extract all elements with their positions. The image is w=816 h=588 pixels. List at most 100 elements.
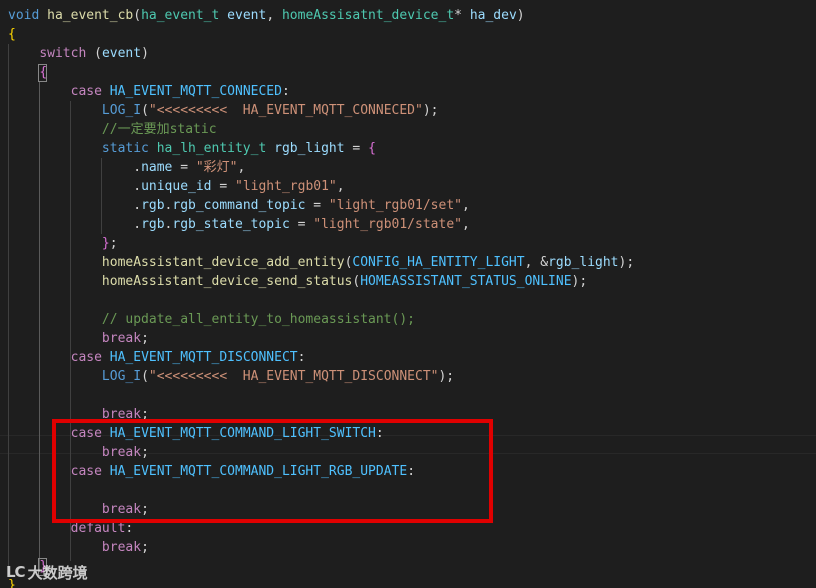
code-token: = <box>172 160 196 175</box>
code-token: ; <box>141 331 149 346</box>
code-token: ( <box>133 8 142 23</box>
code-token: rgb_light <box>548 255 619 270</box>
code-token: default <box>70 521 126 536</box>
watermark: LC 大数跨境 <box>6 560 88 584</box>
code-line[interactable]: LOG_I("<<<<<<<<< HA_EVENT_MQTT_CONNECED"… <box>8 101 439 120</box>
code-token: ; <box>141 540 149 555</box>
code-token: = <box>289 217 314 232</box>
code-token: // update_all_entity_to_homeassistant(); <box>101 312 415 327</box>
code-token: HA_EVENT_MQTT_CONNECED <box>109 84 282 99</box>
code-token: , <box>461 217 470 232</box>
code-token: event <box>227 8 267 23</box>
code-token: rgb_command_topic <box>172 198 306 213</box>
code-token: unique_id <box>141 179 212 194</box>
code-token: ; <box>109 236 118 251</box>
code-token: . <box>8 198 142 213</box>
code-line[interactable]: case HA_EVENT_MQTT_CONNECED: <box>8 82 290 101</box>
code-token: case <box>70 350 102 365</box>
code-line[interactable]: .rgb.rgb_command_topic = "light_rgb01/se… <box>8 196 470 215</box>
code-line[interactable]: //一定要加static <box>8 120 217 139</box>
code-line[interactable]: .unique_id = "light_rgb01", <box>8 177 344 196</box>
code-token: ha_dev <box>469 8 517 23</box>
code-token: rgb_state_topic <box>172 217 290 232</box>
code-token: ); <box>422 103 439 118</box>
code-token: "<<<<<<<<< HA_EVENT_MQTT_CONNECED" <box>148 103 423 118</box>
code-token: . <box>8 217 142 232</box>
code-token: ha_event_t <box>141 8 220 23</box>
code-line[interactable]: break; <box>8 329 149 348</box>
code-token: ha_event_cb <box>47 8 134 23</box>
code-token: break <box>101 331 142 346</box>
code-token: homeAssisatnt_device_t <box>281 8 455 23</box>
code-token: = <box>305 198 329 213</box>
code-line[interactable]: homeAssistant_device_send_status(HOMEASS… <box>8 272 587 291</box>
code-token: event <box>101 46 142 61</box>
code-token: break <box>101 540 142 555</box>
code-token: { <box>368 141 376 156</box>
code-line[interactable]: { <box>8 63 47 82</box>
code-token: HOMEASSISTANT_STATUS_ONLINE <box>360 274 572 289</box>
code-token: . <box>8 179 142 194</box>
code-token: "light_rgb01/state" <box>313 217 462 232</box>
code-token: * <box>454 8 470 23</box>
code-token: homeAssistant_device_add_entity <box>101 255 345 270</box>
code-line[interactable]: }; <box>8 234 118 253</box>
code-token: HA_EVENT_MQTT_DISCONNECT <box>109 350 298 365</box>
code-line[interactable]: { <box>8 25 16 44</box>
red-annotation-box <box>52 419 493 523</box>
code-token: void <box>8 8 40 23</box>
code-token: "彩灯" <box>195 160 238 175</box>
code-token: ) <box>141 46 149 61</box>
code-token: : <box>125 521 134 536</box>
code-line[interactable]: static ha_lh_entity_t rgb_light = { <box>8 139 376 158</box>
code-token: ( <box>86 46 102 61</box>
code-token: : <box>297 350 306 365</box>
code-line[interactable]: // update_all_entity_to_homeassistant(); <box>8 310 415 329</box>
code-token: ); <box>571 274 588 289</box>
code-line[interactable]: LOG_I("<<<<<<<<< HA_EVENT_MQTT_DISCONNEC… <box>8 367 454 386</box>
code-token: "<<<<<<<<< HA_EVENT_MQTT_DISCONNECT" <box>148 369 439 384</box>
code-line[interactable]: void ha_event_cb(ha_event_t event, homeA… <box>8 6 525 25</box>
code-token: name <box>141 160 173 175</box>
code-token: = <box>344 141 369 156</box>
code-line[interactable]: case HA_EVENT_MQTT_DISCONNECT: <box>8 348 306 367</box>
code-token: , <box>461 198 470 213</box>
code-token: LOG_I <box>101 103 142 118</box>
code-token: { <box>8 27 16 42</box>
code-token: { <box>39 65 48 80</box>
code-line[interactable]: homeAssistant_device_add_entity(CONFIG_H… <box>8 253 634 272</box>
code-token: , & <box>524 255 549 270</box>
watermark-text: 大数跨境 <box>27 563 88 582</box>
code-line[interactable]: .rgb.rgb_state_topic = "light_rgb01/stat… <box>8 215 470 234</box>
code-token: ha_lh_entity_t <box>156 141 267 156</box>
code-line[interactable]: .name = "彩灯", <box>8 158 245 177</box>
code-line[interactable]: switch (event) <box>8 44 149 63</box>
code-token: "light_rgb01/set" <box>328 198 462 213</box>
code-token: case <box>70 84 102 99</box>
code-token: "light_rgb01" <box>235 179 337 194</box>
code-token: : <box>281 84 290 99</box>
code-token: rgb <box>141 198 165 213</box>
code-token: homeAssistant_device_send_status <box>101 274 353 289</box>
code-line[interactable]: break; <box>8 538 149 557</box>
code-token: , <box>237 160 246 175</box>
code-token: = <box>211 179 235 194</box>
